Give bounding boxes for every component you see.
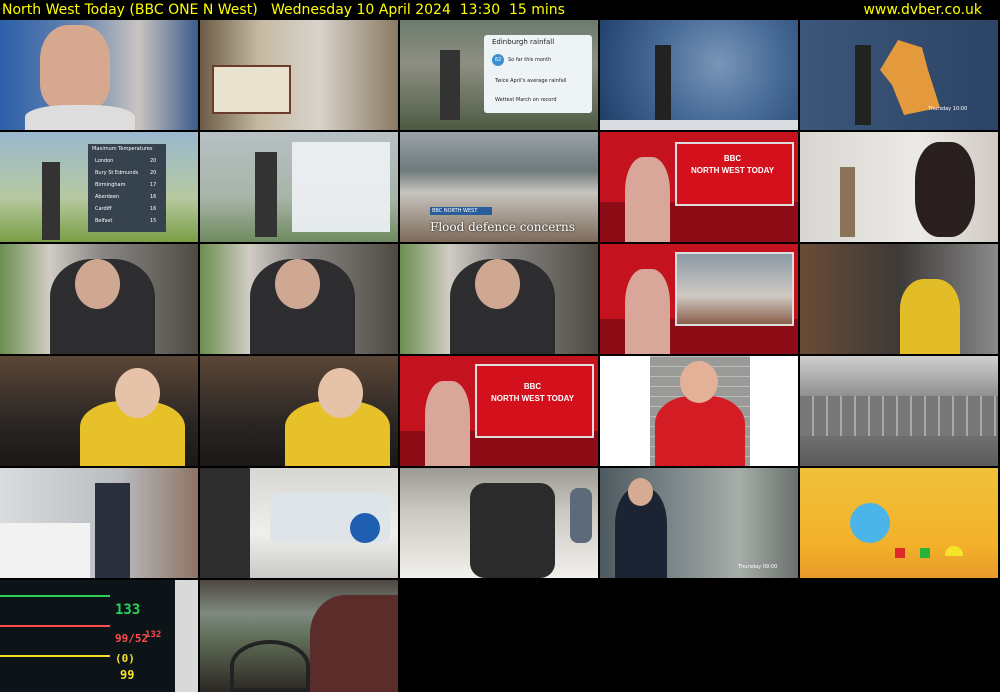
thumbnail-12[interactable] [200, 244, 398, 354]
monitor-value-3: (0) [115, 652, 135, 665]
thumbnail-08[interactable]: BBC NORTH WEST Flood defence concerns [400, 132, 598, 242]
bbc-logo: BBC [723, 154, 742, 163]
temp-value-2: 20 [150, 170, 157, 176]
thumbnail-21[interactable] [0, 468, 198, 578]
thumbnail-13[interactable] [400, 244, 598, 354]
thumbnail-02[interactable] [200, 20, 398, 130]
monitor-value-1: 133 [115, 602, 141, 618]
temp-city-3: Birmingham [95, 182, 126, 188]
rainfall-value: 82 [492, 54, 504, 66]
thumbnail-24[interactable]: Thursday 09:00 [600, 468, 798, 578]
monitor-value-2: 99/52 [115, 632, 149, 645]
panel-line-2: Twice April's average rainfall [495, 78, 567, 84]
thumbnail-17[interactable] [200, 356, 398, 466]
thumbnail-26[interactable]: 133 99/52 (0) 99 132 [0, 580, 198, 692]
panel-line-3: Wettest March on record [495, 97, 557, 103]
bbc-logo: BBC [523, 382, 542, 391]
site-link[interactable]: www.dvber.co.uk [863, 0, 982, 20]
thumbnail-04[interactable] [600, 20, 798, 130]
map-timestamp: Thursday 10:00 [928, 106, 968, 112]
monitor-value-5: 132 [145, 630, 162, 640]
temp-value-6: 15 [150, 218, 157, 224]
temp-city-2: Bury St Edmunds [95, 170, 139, 176]
thumbnail-15[interactable] [800, 244, 998, 354]
temp-value-5: 16 [150, 206, 157, 212]
thumbnail-14[interactable] [600, 244, 798, 354]
thumbnail-05[interactable]: Thursday 10:00 [800, 20, 998, 130]
thumbnail-09[interactable]: BBC NORTH WEST TODAY [600, 132, 798, 242]
temp-value-1: 20 [150, 158, 157, 164]
temp-city-4: Aberdeen [95, 194, 120, 200]
thumbnail-16[interactable] [0, 356, 198, 466]
panel-line-1: So far this month [508, 57, 552, 63]
temp-value-4: 16 [150, 194, 157, 200]
panel-title: Edinburgh rainfall [492, 38, 555, 46]
thumbnail-23[interactable] [400, 468, 598, 578]
thumbnail-25[interactable] [800, 468, 998, 578]
temp-city-5: Cardiff [95, 206, 112, 212]
monitor-value-4: 99 [120, 668, 135, 682]
thumbnail-03[interactable]: Edinburgh rainfall 82 So far this month … [400, 20, 598, 130]
thumbnail-19[interactable] [600, 356, 798, 466]
thumbnail-11[interactable] [0, 244, 198, 354]
temp-value-3: 17 [150, 182, 157, 188]
header-bar: North West Today (BBC ONE N West) Wednes… [0, 0, 1000, 20]
temp-city-6: Belfast [95, 218, 113, 224]
temp-city-1: London [95, 158, 114, 164]
thumbnail-18[interactable]: BBC NORTH WEST TODAY [400, 356, 598, 466]
thumbnail-22[interactable] [200, 468, 398, 578]
thumbnail-01[interactable] [0, 20, 198, 130]
map-timestamp: Thursday 09:00 [738, 564, 778, 570]
flood-caption: Flood defence concerns [430, 220, 575, 234]
programme-logo: NORTH WEST TODAY [690, 166, 775, 175]
thumbnail-20[interactable] [800, 356, 998, 466]
thumbnail-10[interactable] [800, 132, 998, 242]
programme-title: North West Today (BBC ONE N West) Wednes… [2, 2, 565, 18]
programme-logo: NORTH WEST TODAY [490, 394, 575, 403]
bbc-bug: BBC NORTH WEST [430, 207, 492, 215]
thumbnail-27[interactable] [200, 580, 398, 692]
thumbnail-07[interactable] [200, 132, 398, 242]
thumbnail-06[interactable]: Maximum Temperatures London 20 Bury St E… [0, 132, 198, 242]
temp-panel-title: Maximum Temperatures [92, 146, 153, 152]
